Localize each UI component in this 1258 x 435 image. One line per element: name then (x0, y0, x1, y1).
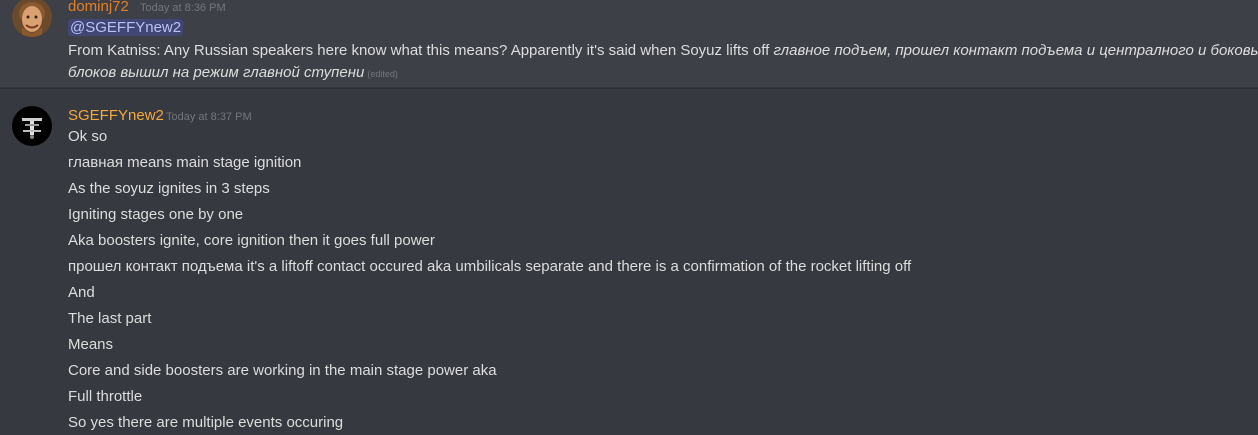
message-divider (0, 88, 1258, 89)
message-line: As the soyuz ignites in 3 steps (68, 180, 270, 197)
timestamp: Today at 8:37 PM (166, 111, 252, 123)
message-line: Igniting stages one by one (68, 206, 244, 223)
message-line: And (68, 284, 95, 301)
avatar-face-icon (12, 0, 52, 37)
user-mention[interactable]: @SGEFFYnew2 (68, 19, 184, 36)
message-line: Aka boosters ignite, core ignition then … (68, 232, 435, 249)
message-line: прошел контакт подъема it's a liftoff co… (68, 258, 912, 275)
edited-label: (edited) (367, 69, 398, 79)
message-group-highlighted: dominj72 Today at 8:36 PM @SGEFFYnew2 Fr… (0, 0, 1258, 87)
chat-messages: dominj72 Today at 8:36 PM @SGEFFYnew2 Fr… (0, 0, 1258, 435)
username[interactable]: dominj72 (68, 0, 129, 16)
message-text-italic: главное подъем, прошел контакт подъема и… (773, 42, 1258, 59)
message-line: From Katniss: Any Russian speakers here … (68, 41, 1258, 61)
message-line: @SGEFFYnew2 (68, 18, 184, 38)
message-line: So yes there are multiple events occurin… (68, 414, 344, 431)
username[interactable]: SGEFFYnew2 (68, 107, 164, 125)
timestamp: Today at 8:36 PM (140, 2, 226, 14)
message-line: Ok so (68, 128, 108, 145)
message-line: The last part (68, 310, 152, 327)
message-line: Full throttle (68, 388, 143, 405)
message-text: From Katniss: Any Russian speakers here … (68, 42, 774, 59)
message-line: Core and side boosters are working in th… (68, 362, 497, 379)
message-text-italic: блоков вышил на режим главной ступени (68, 64, 365, 81)
message-line: блоков вышил на режим главной ступени (ed… (68, 63, 398, 84)
satellite-avatar-icon (12, 106, 52, 146)
avatar[interactable] (12, 0, 52, 37)
message-line: Means (68, 336, 114, 353)
avatar[interactable] (12, 106, 52, 146)
message-line: главная means main stage ignition (68, 154, 302, 171)
